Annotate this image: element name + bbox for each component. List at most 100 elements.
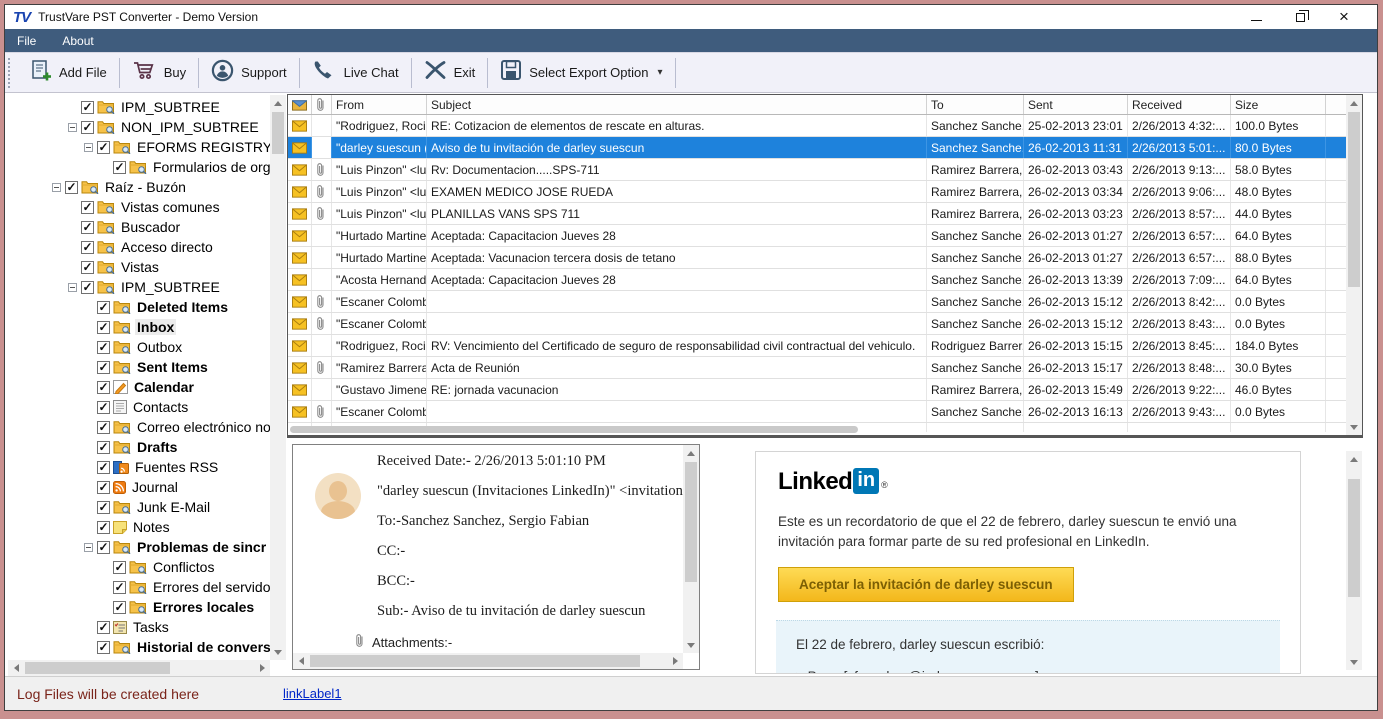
folder-checkbox[interactable]: ✓: [97, 381, 110, 394]
column-header-received[interactable]: Received: [1128, 95, 1231, 114]
mail-row[interactable]: "Rodriguez, Roci...RV: Vencimiento del C…: [288, 335, 1362, 357]
close-button[interactable]: ×: [1337, 10, 1351, 24]
tree-item-errores-del-servidor[interactable]: ✓Errores del servidor: [8, 577, 270, 597]
tree-item-sent-items[interactable]: ✓Sent Items: [8, 357, 270, 377]
folder-checkbox[interactable]: ✓: [113, 561, 126, 574]
folder-checkbox[interactable]: ✓: [65, 181, 78, 194]
tree-item--mapisp-internal-[interactable]: ✓~MAPISP(Internal): [8, 657, 270, 659]
column-header-to[interactable]: To: [927, 95, 1024, 114]
log-link[interactable]: linkLabel1: [283, 686, 342, 701]
live-chat-button[interactable]: Live Chat: [300, 56, 411, 90]
mail-row[interactable]: "Gustavo Jimene...RE: jornada vacunacion…: [288, 379, 1362, 401]
collapse-expander-icon[interactable]: [68, 283, 77, 292]
mail-row[interactable]: "Escaner Colomb...Sanchez Sanche...26-02…: [288, 401, 1362, 423]
tree-item-vistas[interactable]: ✓Vistas: [8, 257, 270, 277]
tree-item-tasks[interactable]: ✓Tasks: [8, 617, 270, 637]
mail-row[interactable]: "Rodriguez, Roci...RE: Cotizacion de ele…: [288, 115, 1362, 137]
message-horizontal-scrollbar[interactable]: [293, 653, 683, 669]
column-header-sent[interactable]: Sent: [1024, 95, 1128, 114]
exit-button[interactable]: Exit: [412, 56, 488, 90]
folder-checkbox[interactable]: ✓: [97, 621, 110, 634]
tree-item-problemas-de-sincr[interactable]: ✓Problemas de sincr: [8, 537, 270, 557]
folder-checkbox[interactable]: ✓: [97, 481, 110, 494]
tree-item-non-ipm-subtree[interactable]: ✓NON_IPM_SUBTREE: [8, 117, 270, 137]
list-horizontal-scrollbar[interactable]: [290, 426, 858, 433]
folder-checkbox[interactable]: ✓: [81, 121, 94, 134]
accept-invitation-button[interactable]: Aceptar la invitación de darley suescun: [778, 567, 1074, 602]
tree-item-vistas-comunes[interactable]: ✓Vistas comunes: [8, 197, 270, 217]
folder-checkbox[interactable]: ✓: [81, 241, 94, 254]
folder-checkbox[interactable]: ✓: [113, 581, 126, 594]
mail-row[interactable]: "Hurtado Martine...Aceptada: Capacitacio…: [288, 225, 1362, 247]
folder-checkbox[interactable]: ✓: [97, 361, 110, 374]
add-file-button[interactable]: Add File: [17, 56, 119, 90]
attachment-column-header[interactable]: [312, 95, 332, 114]
tree-vertical-scrollbar[interactable]: [270, 95, 286, 660]
collapse-expander-icon[interactable]: [84, 143, 93, 152]
restore-button[interactable]: [1293, 10, 1307, 24]
folder-checkbox[interactable]: ✓: [97, 461, 110, 474]
menu-file[interactable]: File: [17, 34, 36, 48]
folder-checkbox[interactable]: ✓: [113, 601, 126, 614]
column-header-size[interactable]: Size: [1231, 95, 1326, 114]
tree-item-notes[interactable]: ✓Notes: [8, 517, 270, 537]
folder-checkbox[interactable]: ✓: [97, 541, 110, 554]
folder-checkbox[interactable]: ✓: [97, 421, 110, 434]
mail-icon-column-header[interactable]: [288, 95, 312, 114]
mail-row[interactable]: "darley suescun (...Aviso de tu invitaci…: [288, 137, 1362, 159]
collapse-expander-icon[interactable]: [68, 123, 77, 132]
minimize-button[interactable]: [1249, 10, 1263, 24]
tree-item-outbox[interactable]: ✓Outbox: [8, 337, 270, 357]
folder-checkbox[interactable]: ✓: [97, 141, 110, 154]
folder-checkbox[interactable]: ✓: [97, 641, 110, 654]
folder-checkbox[interactable]: ✓: [97, 501, 110, 514]
body-vertical-scrollbar[interactable]: [1346, 451, 1362, 670]
tree-horizontal-scrollbar[interactable]: [8, 660, 270, 676]
tree-item-journal[interactable]: ✓Journal: [8, 477, 270, 497]
mail-row[interactable]: "Luis Pinzon" <lui...PLANILLAS VANS SPS …: [288, 203, 1362, 225]
menu-about[interactable]: About: [62, 34, 93, 48]
tree-item-deleted-items[interactable]: ✓Deleted Items: [8, 297, 270, 317]
folder-checkbox[interactable]: ✓: [97, 441, 110, 454]
column-header-from[interactable]: From: [332, 95, 427, 114]
folder-checkbox[interactable]: ✓: [97, 321, 110, 334]
tree-item-calendar[interactable]: ✓Calendar: [8, 377, 270, 397]
mail-row[interactable]: "Acosta Hernand...Aceptada: Capacitacion…: [288, 269, 1362, 291]
folder-checkbox[interactable]: ✓: [81, 281, 94, 294]
folder-checkbox[interactable]: ✓: [81, 221, 94, 234]
folder-checkbox[interactable]: ✓: [81, 101, 94, 114]
tree-item-fuentes-rss[interactable]: ✓Fuentes RSS: [8, 457, 270, 477]
folder-checkbox[interactable]: ✓: [97, 521, 110, 534]
support-button[interactable]: Support: [199, 56, 299, 90]
select-export-option-button[interactable]: Select Export Option▾: [488, 56, 674, 90]
folder-checkbox[interactable]: ✓: [81, 261, 94, 274]
mail-row[interactable]: "Escaner Colomb...Sanchez Sanche...26-02…: [288, 313, 1362, 335]
tree-item-buscador[interactable]: ✓Buscador: [8, 217, 270, 237]
message-vertical-scrollbar[interactable]: [683, 445, 699, 653]
tree-item-conflictos[interactable]: ✓Conflictos: [8, 557, 270, 577]
mail-row[interactable]: "Hurtado Martine...Aceptada: Vacunacion …: [288, 247, 1362, 269]
folder-checkbox[interactable]: ✓: [97, 341, 110, 354]
tree-item-historial-de-convers[interactable]: ✓Historial de convers: [8, 637, 270, 657]
tree-item-eforms-registry[interactable]: ✓EFORMS REGISTRY: [8, 137, 270, 157]
tree-item-contacts[interactable]: ✓Contacts: [8, 397, 270, 417]
tree-item-drafts[interactable]: ✓Drafts: [8, 437, 270, 457]
folder-checkbox[interactable]: ✓: [97, 301, 110, 314]
column-header-subject[interactable]: Subject: [427, 95, 927, 114]
tree-item-junk-e-mail[interactable]: ✓Junk E-Mail: [8, 497, 270, 517]
folder-checkbox[interactable]: ✓: [81, 201, 94, 214]
tree-item-acceso-directo[interactable]: ✓Acceso directo: [8, 237, 270, 257]
tree-item-correo-electrónico-no[interactable]: ✓Correo electrónico no: [8, 417, 270, 437]
mail-row[interactable]: "Escaner Colomb...Sanchez Sanche...26-02…: [288, 291, 1362, 313]
tree-item-ipm-subtree[interactable]: ✓IPM_SUBTREE: [8, 97, 270, 117]
folder-checkbox[interactable]: ✓: [97, 401, 110, 414]
tree-item-errores-locales[interactable]: ✓Errores locales: [8, 597, 270, 617]
buy-button[interactable]: Buy: [120, 56, 198, 90]
mail-row[interactable]: "Ramirez Barrera,...Acta de ReuniónSanch…: [288, 357, 1362, 379]
tree-item-inbox[interactable]: ✓Inbox: [8, 317, 270, 337]
tree-item-ipm-subtree[interactable]: ✓IPM_SUBTREE: [8, 277, 270, 297]
collapse-expander-icon[interactable]: [84, 543, 93, 552]
mail-row[interactable]: "Luis Pinzon" <lui...Rv: Documentacion..…: [288, 159, 1362, 181]
tree-item-raíz-buzón[interactable]: ✓Raíz - Buzón: [8, 177, 270, 197]
list-vertical-scrollbar[interactable]: [1346, 95, 1362, 435]
